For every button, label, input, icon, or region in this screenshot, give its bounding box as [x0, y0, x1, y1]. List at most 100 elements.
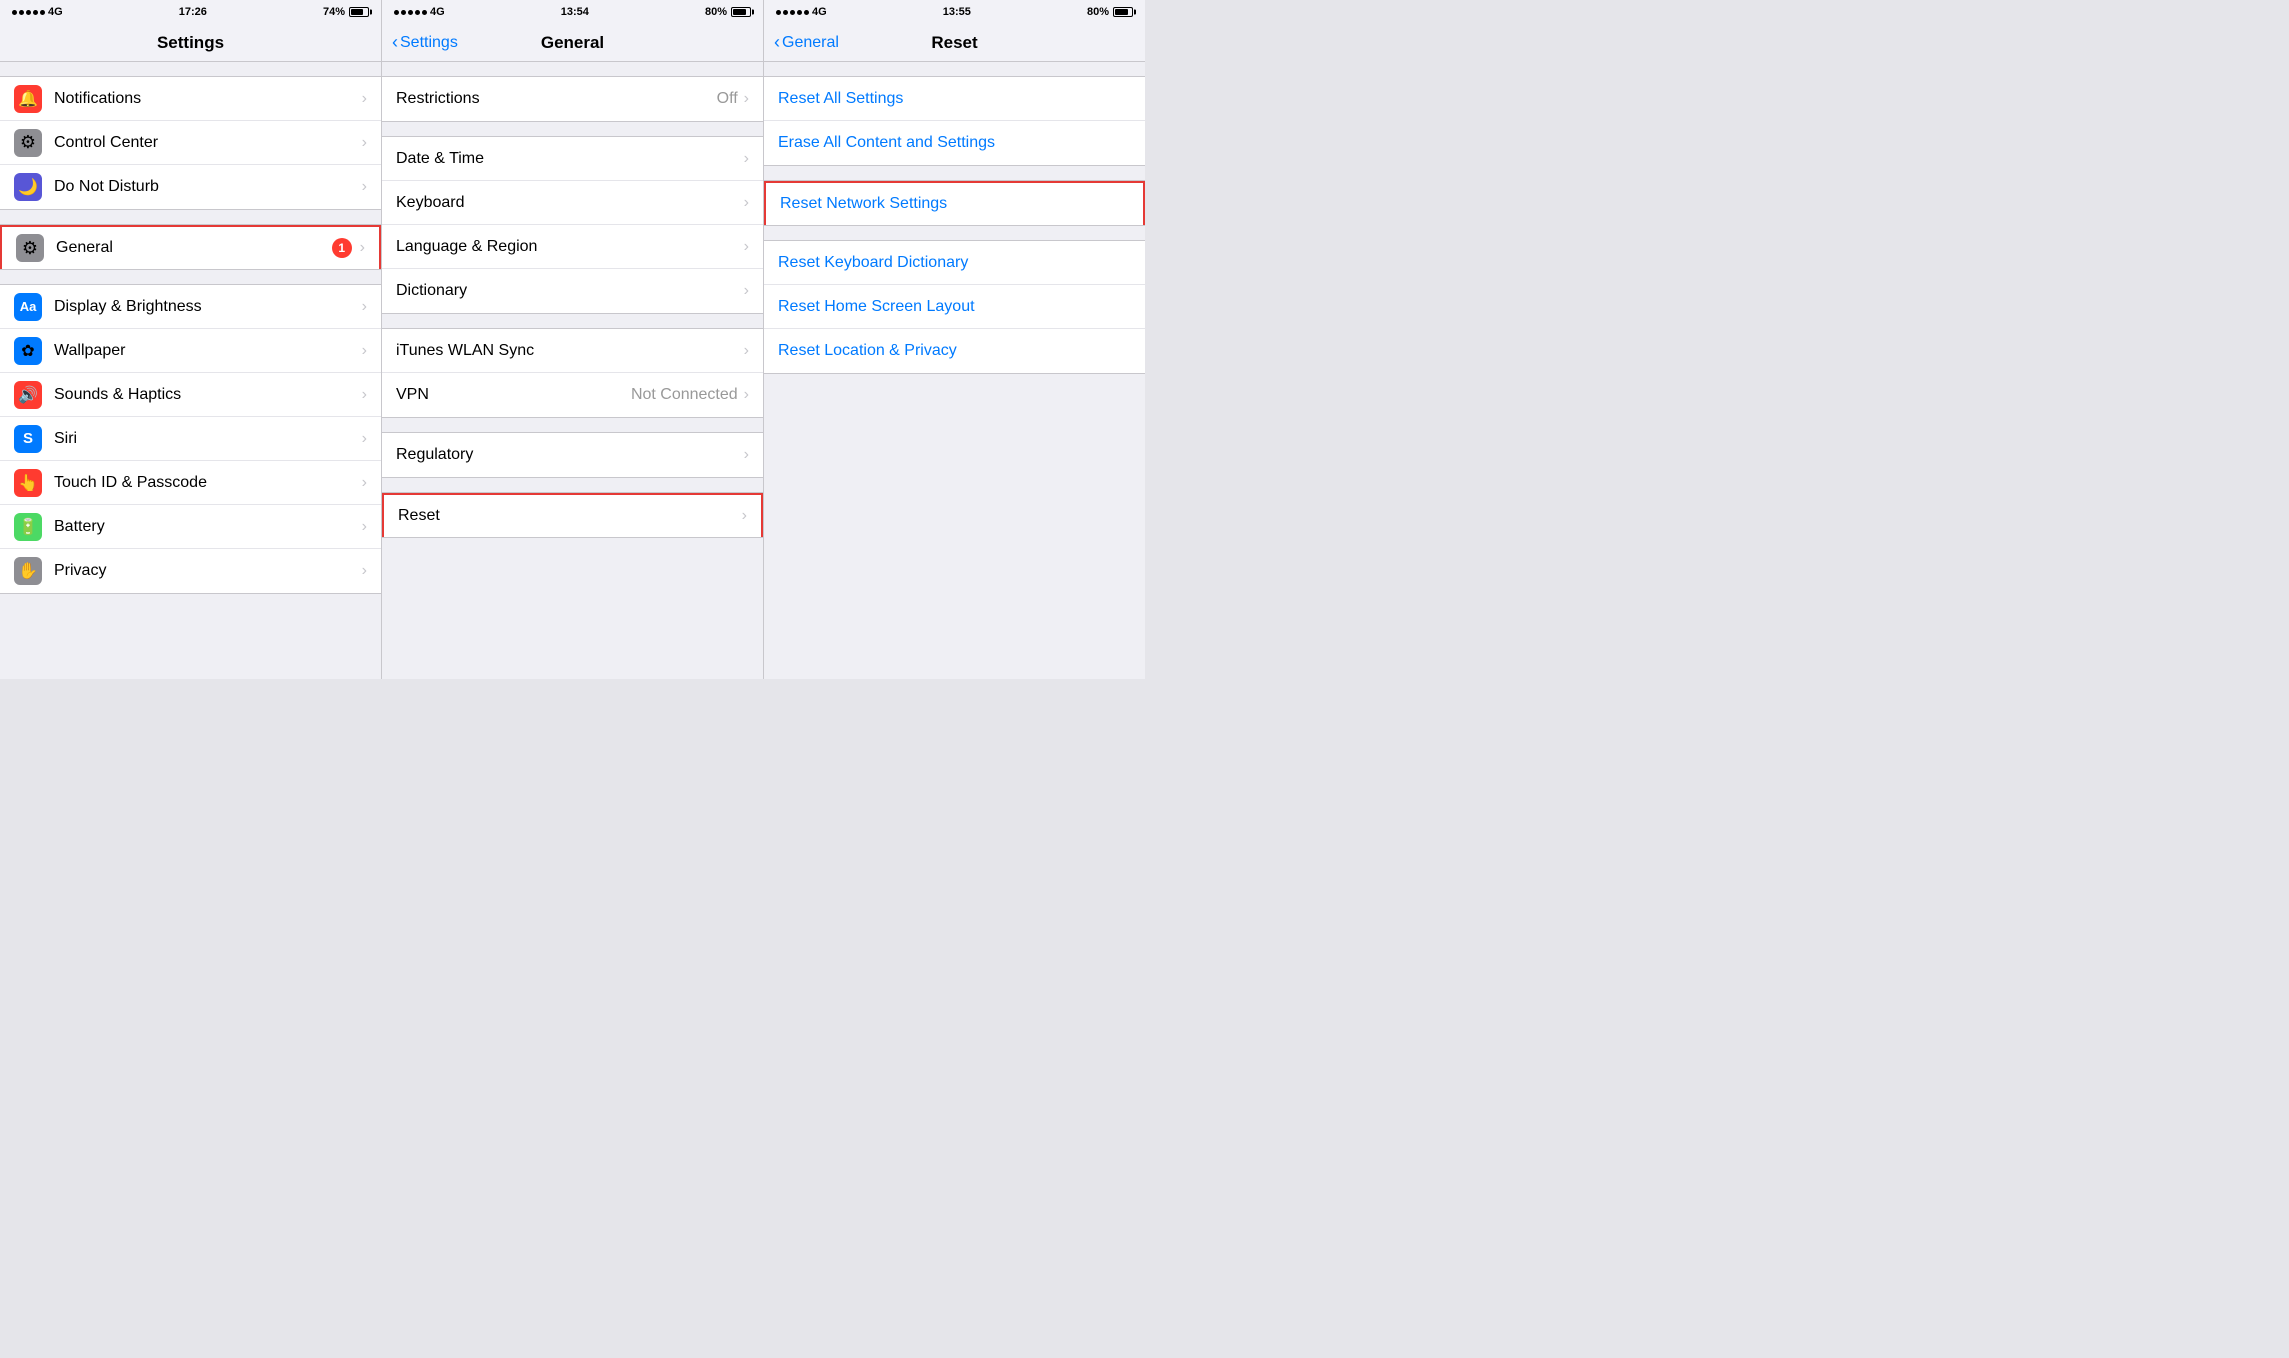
battery-pct-1: 74% [323, 6, 345, 18]
nav-bar-settings: Settings [0, 24, 381, 62]
regulatory-label: Regulatory [396, 446, 744, 464]
signal-dots-3 [776, 10, 809, 15]
nav-back-reset[interactable]: ‹ General [774, 32, 839, 53]
group-reset-top: Reset All Settings Erase All Content and… [764, 76, 1145, 166]
row-display[interactable]: Aa Display & Brightness › [0, 285, 381, 329]
battery-icon-1 [349, 7, 369, 17]
restrictions-value: Off [717, 90, 738, 108]
time-3: 13:55 [943, 6, 971, 18]
row-restrictions[interactable]: Restrictions Off › [382, 77, 763, 121]
nav-back-general[interactable]: ‹ Settings [392, 32, 458, 53]
row-dictionary[interactable]: Dictionary › [382, 269, 763, 313]
general-chevron: › [360, 239, 365, 257]
privacy-label: Privacy [54, 562, 362, 580]
nav-bar-general: ‹ Settings General [382, 24, 763, 62]
status-left-3: 4G [776, 6, 827, 18]
reset-link-label: Reset [398, 507, 742, 525]
row-language[interactable]: Language & Region › [382, 225, 763, 269]
group-restrictions: Restrictions Off › [382, 76, 763, 122]
do-not-disturb-chevron: › [362, 178, 367, 196]
general-panel: 4G 13:54 80% ‹ Settings General Restrict… [382, 0, 764, 679]
settings-content: 🔔 Notifications › ⚙ Control Center › 🌙 D… [0, 62, 381, 679]
row-siri[interactable]: S Siri › [0, 417, 381, 461]
sounds-icon: 🔊 [14, 381, 42, 409]
restrictions-label: Restrictions [396, 90, 717, 108]
touchid-label: Touch ID & Passcode [54, 474, 362, 492]
row-regulatory[interactable]: Regulatory › [382, 433, 763, 477]
row-vpn[interactable]: VPN Not Connected › [382, 373, 763, 417]
row-reset-home-screen[interactable]: Reset Home Screen Layout [764, 285, 1145, 329]
row-general[interactable]: ⚙ General 1 › [0, 225, 381, 269]
keyboard-label: Keyboard [396, 194, 744, 212]
row-wallpaper[interactable]: ✿ Wallpaper › [0, 329, 381, 373]
vpn-label: VPN [396, 386, 631, 404]
row-reset-link[interactable]: Reset › [382, 493, 763, 537]
battery-icon-2 [731, 7, 751, 17]
group-general: ⚙ General 1 › [0, 224, 381, 270]
reset-link-chevron: › [742, 507, 747, 525]
battery-row-icon: 🔋 [14, 513, 42, 541]
row-sounds[interactable]: 🔊 Sounds & Haptics › [0, 373, 381, 417]
nav-title-reset: Reset [931, 33, 977, 53]
row-notifications[interactable]: 🔔 Notifications › [0, 77, 381, 121]
row-touchid[interactable]: 👆 Touch ID & Passcode › [0, 461, 381, 505]
time-1: 17:26 [179, 6, 207, 18]
keyboard-chevron: › [744, 194, 749, 212]
vpn-value: Not Connected [631, 386, 738, 404]
group-reset-bottom: Reset Keyboard Dictionary Reset Home Scr… [764, 240, 1145, 374]
row-erase-all[interactable]: Erase All Content and Settings [764, 121, 1145, 165]
battery-pct-3: 80% [1087, 6, 1109, 18]
siri-icon: S [14, 425, 42, 453]
row-keyboard[interactable]: Keyboard › [382, 181, 763, 225]
row-control-center[interactable]: ⚙ Control Center › [0, 121, 381, 165]
reset-panel: 4G 13:55 80% ‹ General Reset Reset All S… [764, 0, 1145, 679]
status-bar-1: 4G 17:26 74% [0, 0, 381, 24]
reset-location-label: Reset Location & Privacy [778, 342, 957, 360]
group-reset-network: Reset Network Settings [764, 180, 1145, 226]
carrier-3: 4G [812, 6, 827, 18]
nav-bar-reset: ‹ General Reset [764, 24, 1145, 62]
siri-label: Siri [54, 430, 362, 448]
nav-title-settings: Settings [157, 33, 224, 53]
status-bar-3: 4G 13:55 80% [764, 0, 1145, 24]
row-reset-location[interactable]: Reset Location & Privacy [764, 329, 1145, 373]
group-datetime: Date & Time › Keyboard › Language & Regi… [382, 136, 763, 314]
row-itunes[interactable]: iTunes WLAN Sync › [382, 329, 763, 373]
wallpaper-label: Wallpaper [54, 342, 362, 360]
row-reset-network[interactable]: Reset Network Settings [764, 181, 1145, 225]
restrictions-chevron: › [744, 90, 749, 108]
control-center-chevron: › [362, 134, 367, 152]
nav-title-general: General [541, 33, 604, 53]
signal-dots-2 [394, 10, 427, 15]
general-content: Restrictions Off › Date & Time › Keyboar… [382, 62, 763, 679]
display-label: Display & Brightness [54, 298, 362, 316]
row-datetime[interactable]: Date & Time › [382, 137, 763, 181]
battery-label: Battery [54, 518, 362, 536]
control-center-icon: ⚙ [14, 129, 42, 157]
general-label: General [56, 239, 332, 257]
reset-keyboard-label: Reset Keyboard Dictionary [778, 254, 968, 272]
sounds-label: Sounds & Haptics [54, 386, 362, 404]
row-battery[interactable]: 🔋 Battery › [0, 505, 381, 549]
wallpaper-icon: ✿ [14, 337, 42, 365]
group-regulatory: Regulatory › [382, 432, 763, 478]
reset-all-settings-label: Reset All Settings [778, 90, 903, 108]
group-reset-link: Reset › [382, 492, 763, 538]
carrier-1: 4G [48, 6, 63, 18]
do-not-disturb-icon: 🌙 [14, 173, 42, 201]
notifications-chevron: › [362, 90, 367, 108]
row-reset-all-settings[interactable]: Reset All Settings [764, 77, 1145, 121]
language-label: Language & Region [396, 238, 744, 256]
general-badge: 1 [332, 238, 352, 258]
nav-back-label-general: Settings [400, 34, 458, 52]
row-privacy[interactable]: ✋ Privacy › [0, 549, 381, 593]
row-reset-keyboard[interactable]: Reset Keyboard Dictionary [764, 241, 1145, 285]
status-right-2: 80% [705, 6, 751, 18]
notifications-label: Notifications [54, 90, 362, 108]
row-do-not-disturb[interactable]: 🌙 Do Not Disturb › [0, 165, 381, 209]
siri-chevron: › [362, 430, 367, 448]
reset-home-screen-label: Reset Home Screen Layout [778, 298, 975, 316]
reset-content: Reset All Settings Erase All Content and… [764, 62, 1145, 679]
privacy-icon: ✋ [14, 557, 42, 585]
wallpaper-chevron: › [362, 342, 367, 360]
